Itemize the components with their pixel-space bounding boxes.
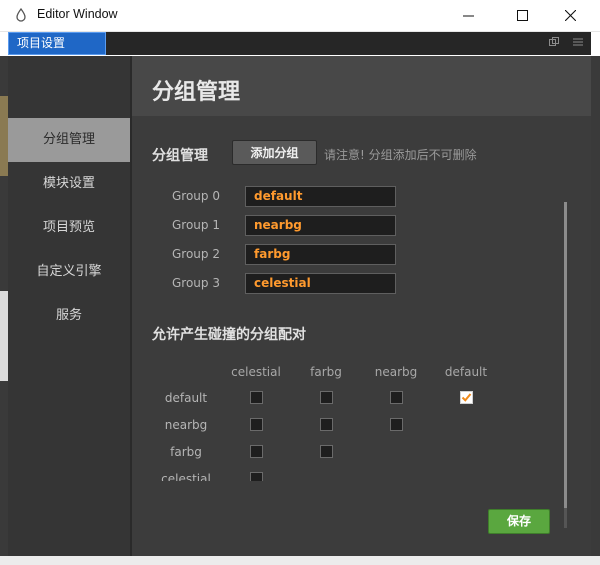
group-label: Group 3 [172,276,220,290]
sidebar-item-module-settings[interactable]: 模块设置 [8,162,130,206]
save-button[interactable]: 保存 [488,509,550,534]
app-icon [16,8,26,22]
popout-icon[interactable] [549,37,559,51]
sidebar-item-group-management[interactable]: 分组管理 [8,118,130,162]
collision-row-header: celestial [161,472,211,481]
group-label: Group 1 [172,218,220,232]
collision-checkbox[interactable] [460,391,473,404]
close-button[interactable] [547,0,593,31]
window-title: Editor Window [37,7,118,21]
collision-row-header: nearbg [164,418,208,432]
collision-column-header: default [444,365,488,379]
content-scrollbar[interactable] [564,202,567,528]
groups-section-title: 分组管理 [152,148,208,164]
content-area: 分组管理 添加分组 请注意! 分组添加后不可删除 Group 0 default… [132,56,591,496]
window-bottom-edge [0,556,600,565]
menu-icon[interactable] [573,37,583,51]
collision-checkbox[interactable] [250,391,263,404]
collision-checkbox[interactable] [390,418,403,431]
collision-section-title: 允许产生碰撞的分组配对 [152,327,306,343]
minimize-icon [462,15,474,17]
collision-checkbox[interactable] [320,445,333,458]
tab-strip: 项目设置 [8,32,591,55]
collision-column-header: nearbg [374,365,418,379]
sidebar-item-custom-engine[interactable]: 自定义引擎 [8,250,130,294]
sidebar-item-services[interactable]: 服务 [8,294,130,338]
background-window-edge-right [591,56,600,556]
scrollbar-thumb[interactable] [564,202,567,508]
group-name-field[interactable]: celestial [245,273,396,294]
collision-column-header: celestial [231,365,281,379]
group-name-field[interactable]: default [245,186,396,207]
minimize-button[interactable] [445,0,491,31]
collision-checkbox[interactable] [250,418,263,431]
maximize-icon [516,10,528,21]
add-group-notice: 请注意! 分组添加后不可删除 [324,148,477,162]
collision-checkbox[interactable] [390,391,403,404]
collision-row-header: farbg [170,445,202,459]
collision-checkbox[interactable] [250,445,263,458]
close-icon [564,10,576,21]
sidebar: 分组管理 模块设置 项目预览 自定义引擎 服务 [8,56,132,556]
collision-column-header: farbg [310,365,342,379]
collision-checkbox[interactable] [320,418,333,431]
group-name-field[interactable]: farbg [245,244,396,265]
group-label: Group 0 [172,189,220,203]
sidebar-item-project-preview[interactable]: 项目预览 [8,206,130,250]
group-name-field[interactable]: nearbg [245,215,396,236]
maximize-button[interactable] [499,0,545,31]
group-label: Group 2 [172,247,220,261]
add-group-button[interactable]: 添加分组 [232,140,317,165]
background-window-edge [0,56,8,556]
collision-checkbox[interactable] [320,391,333,404]
collision-row-header: default [164,391,208,405]
checkmark-icon [461,393,472,402]
title-bar: Editor Window [0,0,600,32]
collision-checkbox[interactable] [250,472,263,481]
settings-panel: 分组管理 模块设置 项目预览 自定义引擎 服务 分组管理 分组管理 添加分组 请… [8,56,591,556]
tab-project-settings[interactable]: 项目设置 [8,32,106,55]
scroll-viewport: 分组管理 添加分组 请注意! 分组添加后不可删除 Group 0 default… [132,56,591,481]
